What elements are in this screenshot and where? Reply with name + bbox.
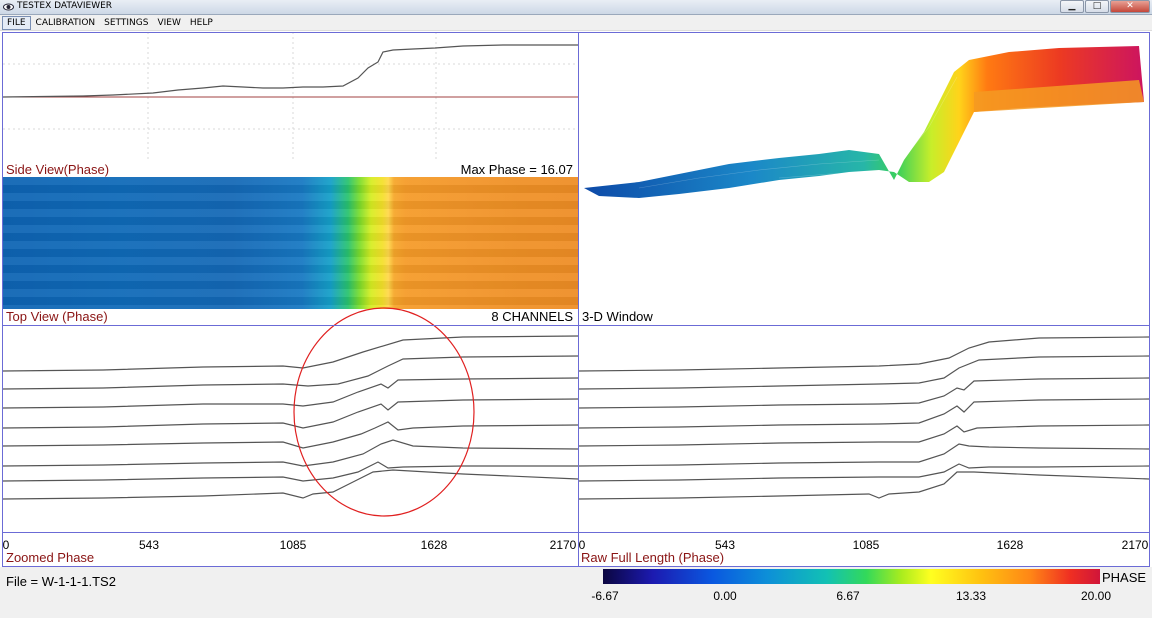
colorbar-tick: 13.33 — [955, 589, 987, 603]
minimize-button[interactable]: ▁ — [1060, 0, 1084, 13]
window-3d-panel: 3-D Window — [579, 32, 1149, 325]
raw-trace — [578, 443, 1150, 467]
side-view-plot — [2, 32, 578, 162]
zoomed-phase-panel: 0 543 1085 1628 2170 Zoomed Phase — [2, 307, 579, 566]
raw-axis-tick: 1628 — [996, 538, 1024, 552]
menu-bar: FILE CALIBRATION SETTINGS VIEW HELP — [0, 15, 1152, 31]
raw-full-length-label: Raw Full Length (Phase) — [581, 550, 725, 565]
surface-3d-plot — [584, 46, 1144, 198]
max-phase-value: Max Phase = 16.07 — [460, 162, 573, 177]
raw-full-length-panel: 0 543 1085 1628 2170 Raw Full Length (Ph… — [578, 326, 1150, 566]
colorbar-tick: 6.67 — [836, 589, 860, 603]
zoomed-trace — [2, 377, 579, 409]
side-view-label: Side View(Phase) — [6, 162, 110, 177]
zoomed-phase-label: Zoomed Phase — [6, 550, 95, 565]
side-view-panel: Side View(Phase) Max Phase = 16.07 — [2, 32, 578, 177]
surface-3d-mesh — [584, 46, 1144, 198]
title-bar: TESTEX DATAVIEWER ▁ □ ✕ — [0, 0, 1152, 15]
divider-vertical[interactable] — [578, 32, 579, 567]
raw-axis-tick: 1085 — [852, 538, 880, 552]
zoomed-trace — [2, 469, 579, 500]
phase-colorbar — [603, 569, 1100, 584]
zoomed-axis-tick: 1085 — [279, 538, 307, 552]
raw-trace — [578, 398, 1150, 429]
zoomed-axis-tick: 2170 — [549, 538, 577, 552]
menu-file[interactable]: FILE — [2, 15, 31, 30]
close-button[interactable]: ✕ — [1110, 0, 1150, 13]
menu-calibration[interactable]: CALIBRATION — [32, 17, 100, 29]
zoomed-trace — [2, 335, 579, 372]
zoomed-trace — [2, 398, 579, 429]
zoomed-axis-line — [2, 532, 1150, 533]
top-view-label: Top View (Phase) — [6, 309, 108, 324]
frame-left — [2, 32, 3, 567]
top-view-heatmap-bands — [3, 177, 578, 309]
zoomed-axis-tick: 543 — [138, 538, 160, 552]
colorbar-tick: 0.00 — [713, 589, 737, 603]
raw-trace — [578, 377, 1150, 409]
zoomed-trace — [2, 355, 579, 390]
zoomed-trace — [2, 421, 579, 449]
frame-top — [2, 32, 1150, 33]
zoomed-axis-tick: 1628 — [420, 538, 448, 552]
colorbar-tick: 20.00 — [1080, 589, 1112, 603]
raw-trace — [578, 463, 1150, 482]
zoomed-phase-plot — [2, 307, 579, 517]
app-window: TESTEX DATAVIEWER ▁ □ ✕ FILE CALIBRATION… — [0, 0, 1152, 618]
colorbar-tick: -6.67 — [591, 589, 619, 603]
raw-trace — [578, 471, 1150, 500]
channels-count: 8 CHANNELS — [491, 309, 573, 324]
window-title: TESTEX DATAVIEWER — [17, 1, 113, 11]
menu-settings[interactable]: SETTINGS — [100, 17, 152, 29]
annotation-circle — [293, 307, 475, 517]
raw-axis-tick: 2170 — [1121, 538, 1149, 552]
raw-trace — [578, 424, 1150, 447]
raw-trace — [578, 355, 1150, 390]
raw-trace — [578, 336, 1150, 372]
menu-help[interactable]: HELP — [186, 17, 217, 29]
colorbar-title: PHASE — [1102, 570, 1147, 585]
frame-right — [1149, 32, 1150, 567]
file-name: File = W-1-1-1.TS2 — [6, 574, 116, 589]
menu-view[interactable]: VIEW — [153, 17, 184, 29]
top-view-panel: Top View (Phase) 8 CHANNELS — [3, 177, 578, 325]
window-3d-label: 3-D Window — [582, 309, 653, 324]
window-controls: ▁ □ ✕ — [1060, 0, 1150, 14]
maximize-button[interactable]: □ — [1085, 0, 1109, 13]
side-view-trace — [2, 44, 578, 98]
eye-app-icon — [3, 3, 14, 11]
raw-full-length-plot — [578, 336, 1150, 500]
divider-horizontal[interactable] — [2, 325, 1150, 326]
